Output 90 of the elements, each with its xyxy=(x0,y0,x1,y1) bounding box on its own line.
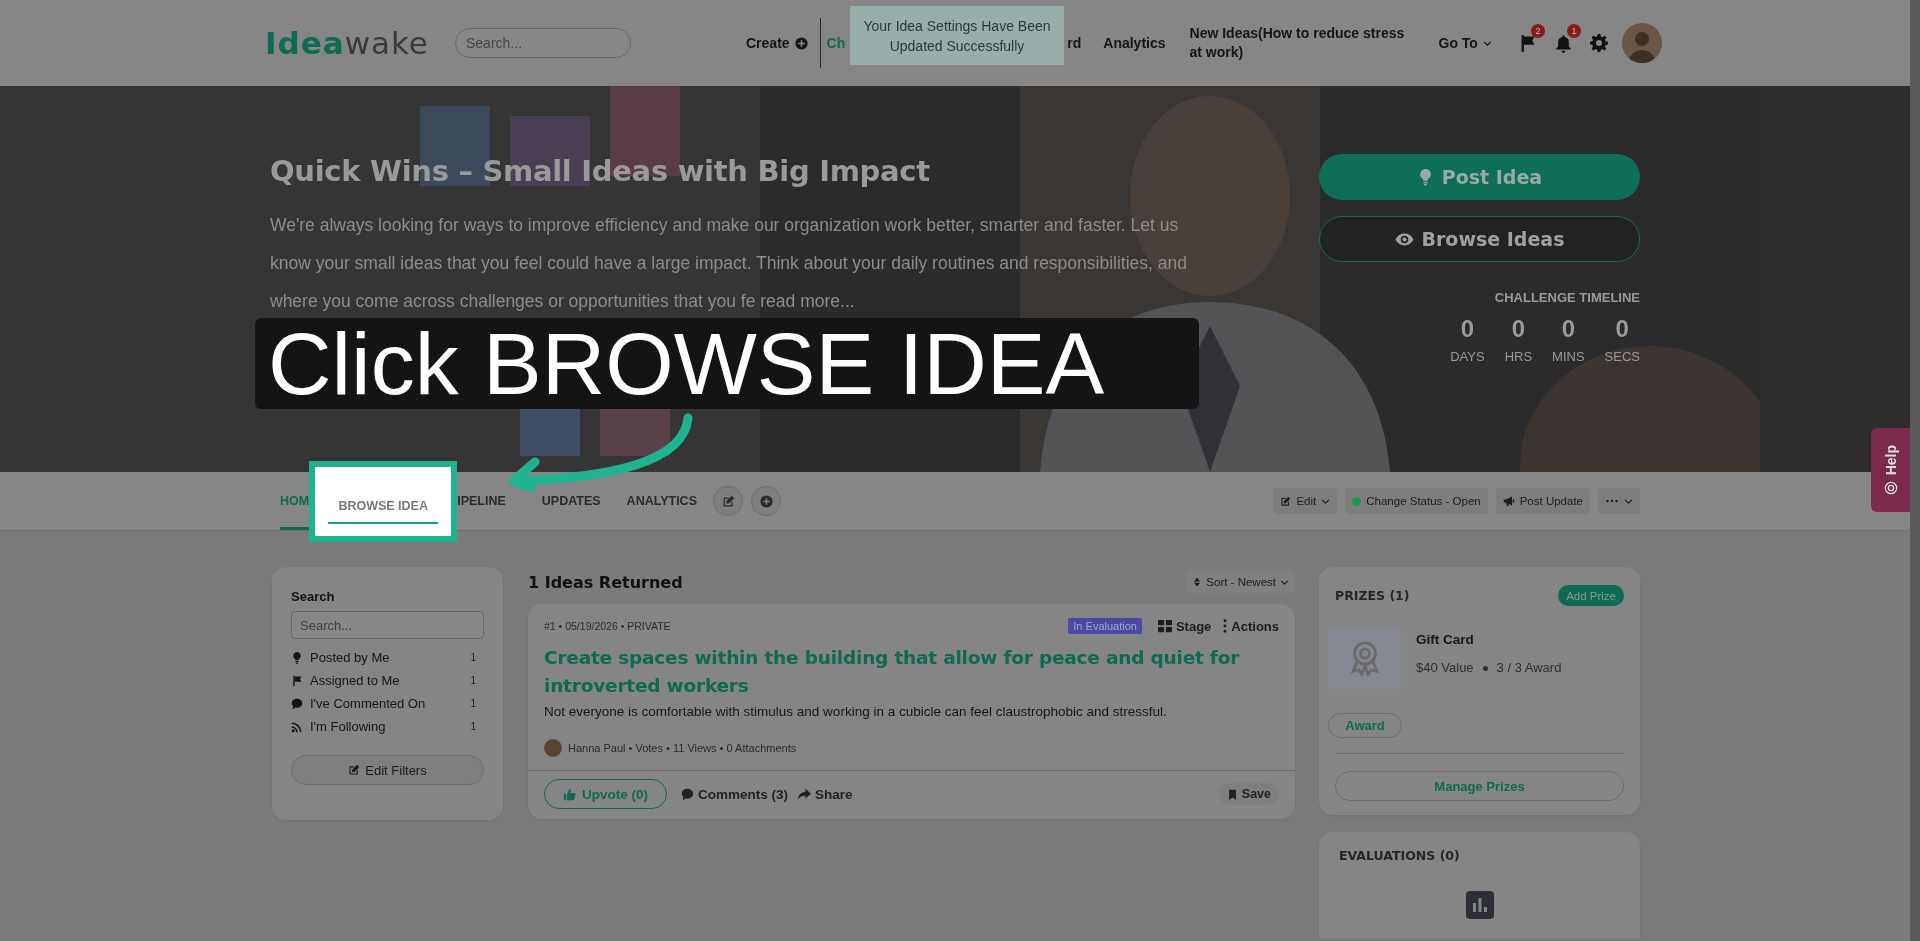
prize-awards: 3 / 3 Award xyxy=(1496,660,1562,675)
plus-circle-icon xyxy=(794,36,808,50)
prizes-heading: PRIZES (1) xyxy=(1335,588,1410,603)
speech-bubble-icon xyxy=(681,787,694,801)
results-count: 1 Ideas Returned xyxy=(528,572,683,592)
thumbs-up-icon xyxy=(563,787,576,801)
countdown-label: DAYS xyxy=(1450,349,1485,364)
settings-button[interactable] xyxy=(1589,34,1608,52)
countdown-value: 0 xyxy=(1460,315,1475,343)
sort-menu[interactable]: Sort - Newest xyxy=(1186,571,1295,593)
filter-count: 1 xyxy=(470,721,476,732)
filter-item[interactable]: Posted by Me 1 xyxy=(291,650,484,665)
filter-count: 1 xyxy=(470,698,476,709)
challenge-description: We're always looking for ways to improve efficiency and make our organization work better, smarter and faster. Let us know your small ideas that you feel could have a large impact. Think about your daily routines and responsibilities, and where you come across challenges or opportunities that you fe read more... xyxy=(270,214,1188,313)
rss-icon xyxy=(291,720,303,733)
plus-circle-icon xyxy=(759,494,773,508)
filter-item[interactable]: Assigned to Me 1 xyxy=(291,673,484,688)
add-prize-button[interactable]: Add Prize xyxy=(1558,585,1624,606)
prize-value: $40 Value xyxy=(1416,660,1474,675)
help-tab[interactable]: Help xyxy=(1871,428,1910,512)
filter-item[interactable]: I'm Following 1 xyxy=(291,719,484,734)
chevron-down-icon xyxy=(1624,496,1633,506)
countdown-label: SECS xyxy=(1604,349,1640,364)
idea-meta: #1 • 05/19/2026 • PRIVATE xyxy=(544,620,672,632)
megaphone-icon xyxy=(1502,495,1515,507)
bell-icon xyxy=(1553,33,1573,53)
notification-button[interactable] xyxy=(1553,33,1573,53)
evaluations-heading: EVALUATIONS (0) xyxy=(1339,848,1461,863)
author-avatar xyxy=(544,739,562,757)
prize-name: Gift Card xyxy=(1416,632,1475,647)
actions-menu[interactable]: Actions xyxy=(1223,618,1279,634)
nav-link[interactable]: New Ideas(How to reduce stress at work) xyxy=(1189,24,1415,62)
status-badge: In Evaluation xyxy=(1068,618,1142,634)
lifebuoy-icon xyxy=(1883,481,1898,496)
stage-button[interactable]: Stage xyxy=(1157,618,1212,634)
flag-icon xyxy=(291,674,303,687)
bookmark-icon xyxy=(1226,788,1238,800)
share-button[interactable]: Share xyxy=(798,786,853,802)
countdown-label: MINS xyxy=(1552,349,1585,364)
count-badge: 1 xyxy=(1566,23,1581,38)
add-button[interactable] xyxy=(751,486,781,516)
edit-button[interactable] xyxy=(713,486,743,516)
chevron-down-icon xyxy=(1482,38,1492,48)
change-status-button[interactable]: Change Status - Open xyxy=(1345,488,1488,514)
filter-item[interactable]: I've Commented On 1 xyxy=(291,696,484,711)
filter-count: 1 xyxy=(470,652,476,663)
edit-filters-button[interactable]: Edit Filters xyxy=(291,755,484,785)
post-update-button[interactable]: Post Update xyxy=(1495,488,1590,514)
countdown-label: HRS xyxy=(1504,349,1533,364)
more-menu-button[interactable] xyxy=(1598,488,1640,514)
bar-chart-icon xyxy=(1465,891,1494,919)
tab[interactable]: BROWSE IDEA xyxy=(309,461,458,542)
logo[interactable]: Ideawake xyxy=(265,25,451,61)
post-idea-button[interactable]: Post Idea xyxy=(1319,154,1640,200)
browse-ideas-button[interactable]: Browse Ideas xyxy=(1319,216,1640,262)
count-badge: 2 xyxy=(1530,23,1545,38)
user-avatar[interactable] xyxy=(1621,23,1662,63)
timeline-heading: CHALLENGE TIMELINE xyxy=(1493,290,1640,305)
scrollbar[interactable] xyxy=(1910,0,1920,941)
challenge-title: Quick Wins – Small Ideas with Big Impact xyxy=(270,154,931,188)
countdown-value: 0 xyxy=(1615,315,1629,343)
idea-byline: Hanna Paul • Votes • 11 Views • 0 Attachments xyxy=(568,742,797,754)
nav-link[interactable]: Analytics xyxy=(1103,35,1166,51)
search-field[interactable]: Search... xyxy=(455,28,631,58)
lightbulb-icon xyxy=(291,651,303,664)
separator-dot-icon xyxy=(1482,666,1488,672)
toast-message: Your Idea Settings Have Been Updated Successfully xyxy=(850,6,1064,65)
search-field[interactable]: Search... xyxy=(291,611,484,639)
go-to-menu[interactable]: Go To xyxy=(1438,35,1492,51)
speech-bubble-icon xyxy=(291,697,303,710)
settings-icon xyxy=(1589,34,1608,52)
search-label: Search xyxy=(291,589,336,604)
nodes-icon xyxy=(1157,619,1172,633)
tab[interactable]: IPELINE xyxy=(457,494,506,508)
save-button[interactable]: Save xyxy=(1218,783,1279,805)
countdown-value: 0 xyxy=(1511,315,1526,343)
nav-link[interactable]: rd xyxy=(1067,35,1082,51)
comments-button[interactable]: Comments (3) xyxy=(681,786,789,802)
chevron-down-icon xyxy=(1280,577,1289,587)
tab[interactable]: ANALYTICS xyxy=(626,494,697,508)
edit-menu-button[interactable]: Edit xyxy=(1273,488,1338,514)
create-button[interactable]: Create xyxy=(746,35,808,51)
tutorial-caption: Click BROWSE IDEA xyxy=(255,318,1199,409)
vertical-dots-icon xyxy=(1223,619,1228,633)
share-arrow-icon xyxy=(798,787,812,801)
chevron-down-icon xyxy=(1321,496,1331,506)
tab[interactable]: UPDATES xyxy=(541,494,601,508)
idea-description: Not everyone is comfortable with stimulus and working in a cubicle can feel claustrophobic and stressful. xyxy=(544,704,1168,719)
countdown-value: 0 xyxy=(1561,315,1575,343)
filter-count: 1 xyxy=(470,675,476,686)
